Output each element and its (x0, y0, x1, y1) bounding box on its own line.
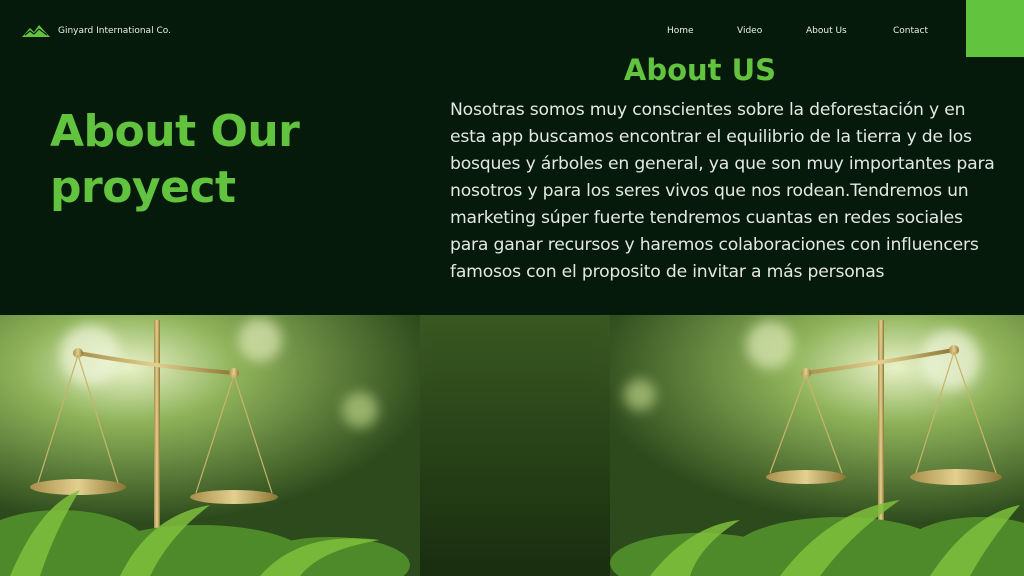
nav-about-us-link[interactable]: About Us (806, 26, 847, 36)
nav-video-link[interactable]: Video (737, 26, 762, 36)
header-section: Ginyard International Co. Home Video Abo… (0, 0, 1024, 315)
nav-home-link[interactable]: Home (667, 26, 694, 36)
main-nav: Home Video About Us Contact (0, 26, 1024, 40)
nav-contact-link[interactable]: Contact (893, 26, 928, 36)
about-heading: About US (623, 53, 777, 87)
about-description: Nosotras somos muy conscientes sobre la … (450, 100, 995, 282)
hero-title: About Our proyect (50, 106, 300, 213)
forest-justice-scale-image (0, 315, 1024, 576)
accent-corner-block (966, 0, 1024, 57)
